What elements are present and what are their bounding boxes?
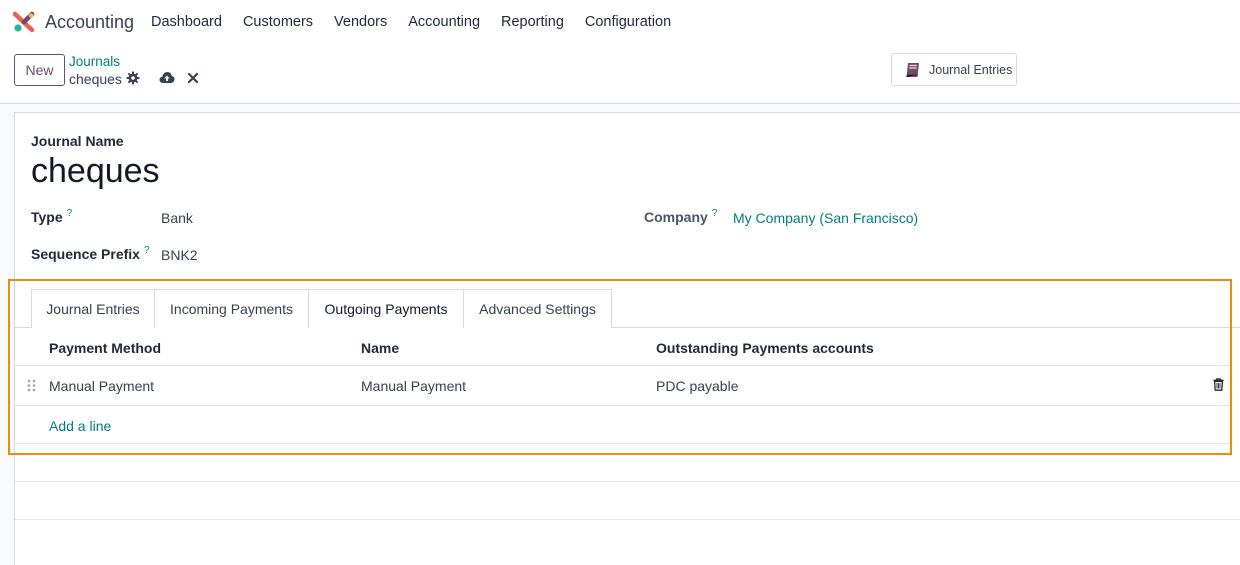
journal-entries-smart-button[interactable]: Journal Entries [891,53,1017,86]
top-navbar: Accounting Dashboard Customers Vendors A… [0,0,1240,44]
sequence-prefix-field[interactable]: BNK2 [161,247,198,263]
company-label: Company? [644,208,718,225]
discard-x-icon[interactable] [188,73,198,83]
highlight-box [8,279,1232,455]
breadcrumb-current: cheques [69,71,122,87]
journal-name-field[interactable]: cheques [31,152,160,191]
menu-item-configuration[interactable]: Configuration [585,14,671,30]
help-tooltip-icon[interactable]: ? [712,208,718,219]
help-tooltip-icon[interactable]: ? [67,208,73,219]
type-field[interactable]: Bank [161,210,193,226]
breadcrumb-journals[interactable]: Journals [69,54,120,69]
sheet-divider [15,481,1240,482]
help-tooltip-icon[interactable]: ? [144,245,150,256]
tab-outgoing-payments[interactable]: Outgoing Payments [308,289,464,329]
menu-item-accounting[interactable]: Accounting [408,14,480,30]
cloud-upload-icon[interactable] [159,71,175,84]
book-icon [906,62,919,77]
menu-item-vendors[interactable]: Vendors [334,14,387,30]
type-label: Type? [31,208,73,225]
app-name[interactable]: Accounting [45,12,134,33]
sequence-prefix-label: Sequence Prefix? [31,245,150,262]
menu-item-reporting[interactable]: Reporting [501,14,564,30]
menu-item-customers[interactable]: Customers [243,14,313,30]
company-field[interactable]: My Company (San Francisco) [733,210,918,226]
menu-item-dashboard[interactable]: Dashboard [151,14,222,30]
journal-entries-button-label: Journal Entries [929,62,1013,77]
main-menu: Dashboard Customers Vendors Accounting R… [151,14,692,30]
gear-icon[interactable] [126,71,140,85]
sheet-divider [15,519,1240,520]
app-logo-icon[interactable] [13,11,35,33]
journal-name-label: Journal Name [31,133,124,149]
new-button[interactable]: New [14,54,65,86]
